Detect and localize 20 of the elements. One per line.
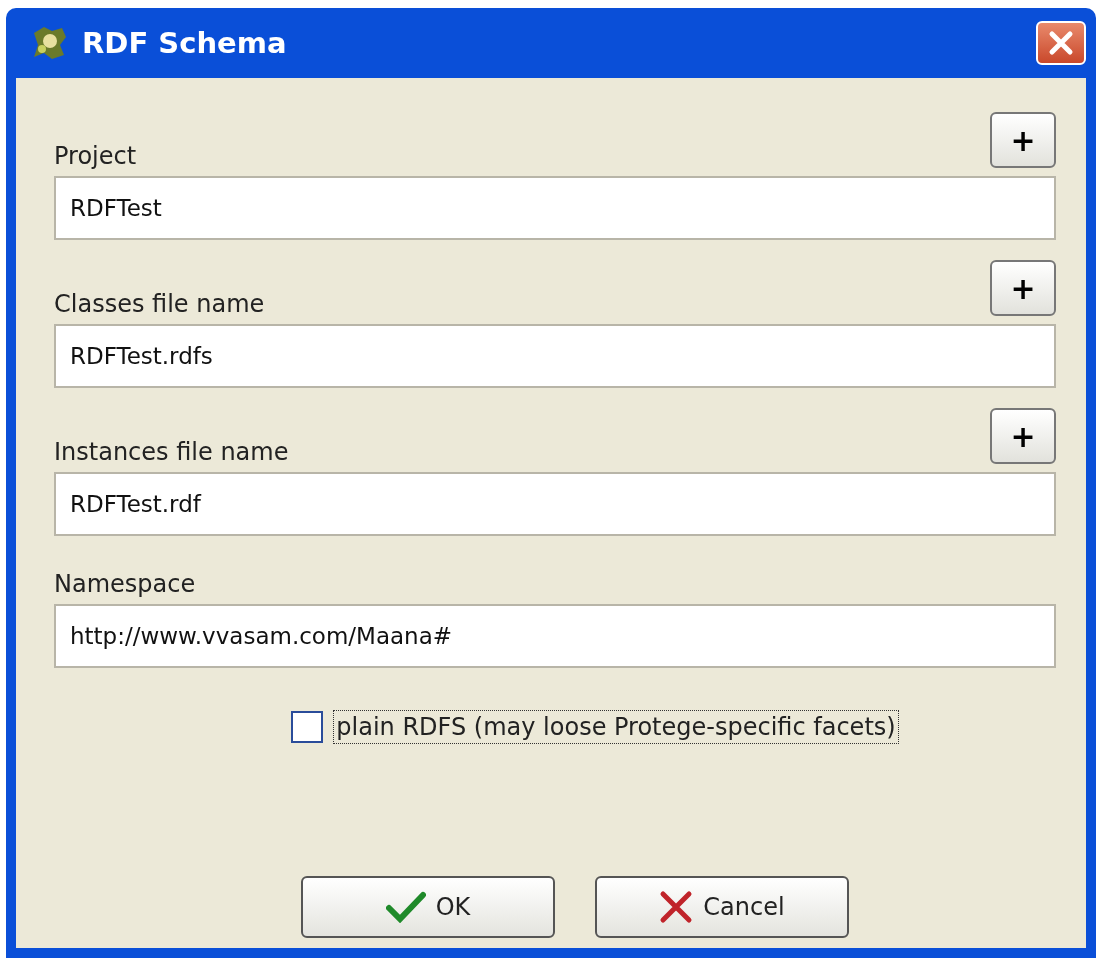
ok-button[interactable]: OK (301, 876, 555, 938)
close-icon (659, 890, 694, 924)
checkmark-icon (385, 891, 426, 923)
field-label: Project (54, 142, 137, 170)
field-label: Namespace (54, 570, 196, 598)
close-button[interactable] (1036, 21, 1086, 65)
field-label: Instances file name (54, 438, 289, 466)
checkbox[interactable] (291, 711, 324, 743)
window-title: RDF Schema (82, 26, 288, 60)
field-label: Classes file name (54, 290, 265, 318)
checkbox-label: plain RDFS (may loose Protege-specific facets) (333, 710, 899, 744)
text-field[interactable]: RDFTest.rdf (54, 472, 1056, 536)
text-field[interactable]: RDFTest.rdfs (54, 324, 1056, 388)
add-button[interactable]: + (990, 260, 1056, 316)
add-button[interactable]: + (990, 408, 1056, 464)
cancel-button[interactable]: Cancel (595, 876, 849, 938)
text-field[interactable]: http://www.vvasam.com/Maana# (54, 604, 1056, 668)
text-field[interactable]: RDFTest (54, 176, 1056, 240)
add-button[interactable]: + (990, 112, 1056, 168)
close-icon (1048, 30, 1074, 56)
